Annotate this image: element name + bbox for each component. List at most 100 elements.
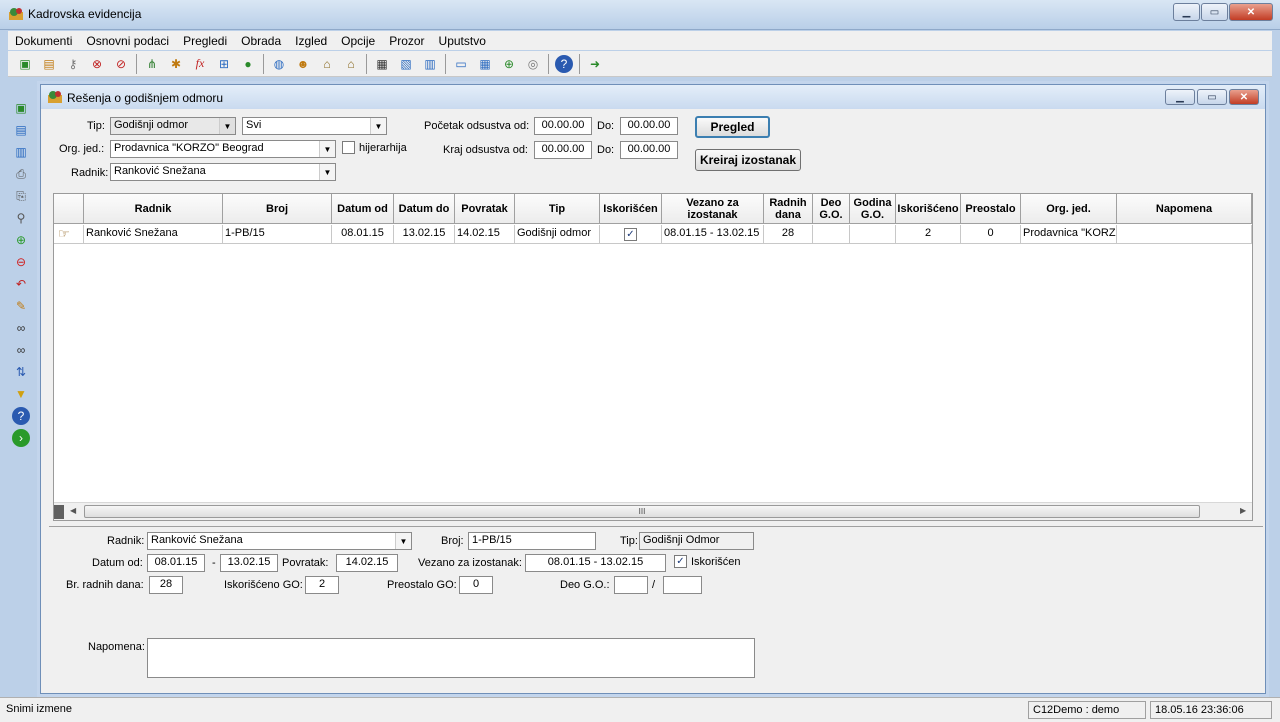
cell-radnih-dana[interactable]: 28 (764, 225, 813, 244)
undo-icon[interactable]: ↶ (12, 275, 30, 293)
save-as-icon[interactable]: ▤ (12, 121, 30, 139)
go-icon[interactable]: › (12, 429, 30, 447)
delete-user-icon[interactable]: ⊘ (112, 55, 130, 73)
maximize-button[interactable]: ▭ (1201, 3, 1228, 21)
users-icon[interactable]: ▤ (40, 55, 58, 73)
col-iskorisceno[interactable]: Iskorišćeno (896, 194, 961, 224)
cell-povratak[interactable]: 14.02.15 (455, 225, 515, 244)
add-item-icon[interactable]: ⊕ (500, 55, 518, 73)
report-2-icon[interactable]: ▧ (397, 55, 415, 73)
col-org-jed[interactable]: Org. jed. (1021, 194, 1117, 224)
delete-document-icon[interactable]: ⊗ (88, 55, 106, 73)
binoculars-icon[interactable]: ∞ (12, 319, 30, 337)
info-list-icon[interactable]: ▥ (421, 55, 439, 73)
detail-datum-od-field[interactable]: 08.01.15 (147, 554, 205, 572)
person-run-icon[interactable]: ✱ (167, 55, 185, 73)
cell-datum-od[interactable]: 08.01.15 (332, 225, 394, 244)
print-preview-icon[interactable]: ⎘ (12, 187, 30, 205)
help-icon[interactable]: ? (555, 54, 573, 73)
cell-preostalo[interactable]: 0 (961, 225, 1021, 244)
detail-vezano-field[interactable]: 08.01.15 - 13.02.15 (525, 554, 666, 572)
edit-icon[interactable]: ✎ (12, 297, 30, 315)
scroll-left-icon[interactable]: ◀ (70, 506, 76, 515)
iskoriscen-check-icon[interactable]: ✓ (624, 227, 637, 241)
svi-select[interactable]: Svi ▼ (242, 117, 387, 135)
col-radnih-dana[interactable]: Radnih dana (764, 194, 813, 224)
menu-pregledi[interactable]: Pregledi (176, 34, 234, 48)
hijerarhija-checkbox[interactable] (342, 141, 355, 154)
col-iskoriscen[interactable]: Iskorišćen (600, 194, 662, 224)
exit-icon[interactable]: ➜ (586, 55, 604, 73)
horizontal-scrollbar[interactable]: ◀ III ▶ (54, 502, 1252, 520)
globe-icon[interactable]: ◍ (270, 55, 288, 73)
preostalo-go-field[interactable]: 0 (459, 576, 493, 594)
help-side-icon[interactable]: ? (12, 407, 30, 425)
cell-napomena[interactable] (1117, 225, 1252, 244)
remove-record-icon[interactable]: ⊖ (12, 253, 30, 271)
key-icon[interactable]: ⚷ (64, 55, 82, 73)
col-tip[interactable]: Tip (515, 194, 600, 224)
menu-opcije[interactable]: Opcije (334, 34, 382, 48)
save-icon[interactable]: ▣ (12, 99, 30, 117)
report-icon[interactable]: ▦ (373, 55, 391, 73)
settings-icon[interactable]: ◎ (524, 55, 542, 73)
close-button[interactable]: ✕ (1229, 3, 1273, 21)
detail-povratak-field[interactable]: 14.02.15 (336, 554, 398, 572)
col-radnik[interactable]: Radnik (84, 194, 223, 224)
detail-radnik-select[interactable]: Ranković Snežana ▼ (147, 532, 412, 550)
col-vezano[interactable]: Vezano za izostanak (662, 194, 764, 224)
pocetak-do-field[interactable]: 00.00.00 (620, 117, 678, 135)
cell-iskoriscen[interactable]: ✓ (600, 225, 662, 244)
col-broj[interactable]: Broj (223, 194, 332, 224)
menu-dokumenti[interactable]: Dokumenti (8, 34, 79, 48)
menu-obrada[interactable]: Obrada (234, 34, 288, 48)
cell-datum-do[interactable]: 13.02.15 (394, 225, 455, 244)
cell-broj[interactable]: 1-PB/15 (223, 225, 332, 244)
cell-vezano[interactable]: 08.01.15 - 13.02.15 (662, 225, 764, 244)
br-dana-field[interactable]: 28 (149, 576, 183, 594)
cell-org-jed[interactable]: Prodavnica "KORZO (1021, 225, 1117, 244)
child-close-button[interactable]: ✕ (1229, 89, 1259, 105)
minimize-button[interactable]: ▁ (1173, 3, 1200, 21)
radnik-select[interactable]: Ranković Snežana ▼ (110, 163, 336, 181)
print-icon[interactable]: ⎙ (12, 165, 30, 183)
col-povratak[interactable]: Povratak (455, 194, 515, 224)
scroll-right-icon[interactable]: ▶ (1240, 506, 1246, 515)
col-deo-go[interactable]: Deo G.O. (813, 194, 850, 224)
col-napomena[interactable]: Napomena (1117, 194, 1252, 224)
open-icon[interactable]: ▣ (16, 55, 34, 73)
save-all-icon[interactable]: ▥ (12, 143, 30, 161)
org-select[interactable]: Prodavnica "KORZO" Beograd ▼ (110, 140, 336, 158)
kraj-do-field[interactable]: 00.00.00 (620, 141, 678, 159)
person-icon[interactable]: ● (239, 55, 257, 73)
deo-go-field-2[interactable] (663, 576, 702, 594)
house-icon[interactable]: ⌂ (318, 55, 336, 73)
sort-icon[interactable]: ⇅ (12, 363, 30, 381)
house-2-icon[interactable]: ⌂ (342, 55, 360, 73)
grid-icon[interactable]: ▦ (476, 55, 494, 73)
pocetak-od-field[interactable]: 00.00.00 (534, 117, 592, 135)
menu-uputstvo[interactable]: Uputstvo (432, 34, 493, 48)
cell-tip[interactable]: Godišnji odmor (515, 225, 600, 244)
menu-osnovni-podaci[interactable]: Osnovni podaci (79, 34, 176, 48)
col-datum-do[interactable]: Datum do (394, 194, 455, 224)
napomena-textarea[interactable] (147, 638, 755, 678)
filter-icon[interactable]: ▼ (12, 385, 30, 403)
kraj-od-field[interactable]: 00.00.00 (534, 141, 592, 159)
kreiraj-izostanak-button[interactable]: Kreiraj izostanak (695, 149, 801, 171)
menu-prozor[interactable]: Prozor (382, 34, 431, 48)
detail-datum-do-field[interactable]: 13.02.15 (220, 554, 278, 572)
child-minimize-button[interactable]: ▁ (1165, 89, 1195, 105)
formula-icon[interactable]: fx (191, 55, 209, 73)
tip-select[interactable]: Godišnji odmor ▼ (110, 117, 236, 135)
pregled-button[interactable]: Pregled (695, 116, 770, 138)
iskorisceno-go-field[interactable]: 2 (305, 576, 339, 594)
scroll-thumb[interactable]: III (84, 505, 1200, 518)
people-icon[interactable]: ☻ (294, 55, 312, 73)
cell-iskorisceno[interactable]: 2 (896, 225, 961, 244)
col-datum-od[interactable]: Datum od (332, 194, 394, 224)
find-replace-icon[interactable]: ⚲ (12, 209, 30, 227)
cell-godina-go[interactable] (850, 225, 896, 244)
cell-deo-go[interactable] (813, 225, 850, 244)
col-preostalo[interactable]: Preostalo (961, 194, 1021, 224)
